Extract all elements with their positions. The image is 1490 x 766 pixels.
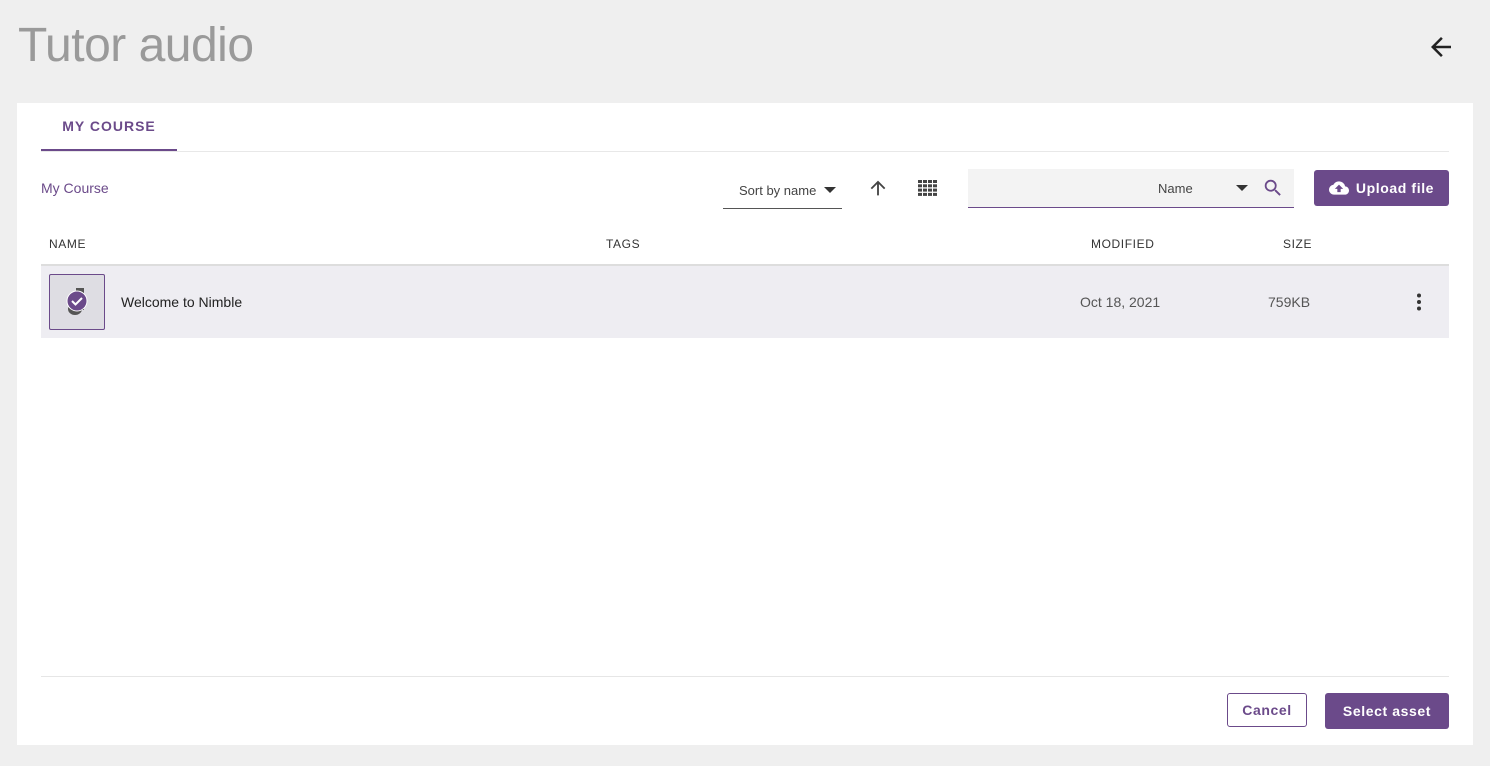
- cancel-button[interactable]: Cancel: [1227, 693, 1307, 727]
- footer-divider: [41, 676, 1449, 677]
- grid-view-icon: [918, 180, 937, 196]
- search-field-label: Name: [1158, 180, 1193, 196]
- column-modified[interactable]: MODIFIED: [1091, 237, 1154, 251]
- column-tags: TAGS: [606, 237, 641, 251]
- tab-my-course[interactable]: MY COURSE: [41, 103, 177, 151]
- audio-file-check-icon: [66, 288, 88, 315]
- select-asset-button[interactable]: Select asset: [1325, 693, 1449, 729]
- tab-bar: MY COURSE: [41, 103, 1449, 152]
- arrow-up-icon: [870, 180, 886, 196]
- caret-down-icon: [1236, 185, 1248, 191]
- sort-select-label: Sort by name: [739, 182, 817, 198]
- arrow-left-icon: [1431, 37, 1451, 57]
- asset-modified: Oct 18, 2021: [1080, 294, 1161, 310]
- more-vertical-icon: [1417, 293, 1421, 311]
- search-input[interactable]: [968, 169, 1158, 207]
- asset-name: Welcome to Nimble: [121, 294, 243, 310]
- column-name[interactable]: NAME: [49, 237, 86, 251]
- caret-down-icon: [824, 187, 836, 193]
- page-title: Tutor audio: [18, 19, 254, 72]
- sort-select[interactable]: Sort by name: [723, 172, 842, 209]
- upload-file-button[interactable]: Upload file: [1314, 170, 1449, 206]
- sort-direction-button[interactable]: [863, 173, 893, 203]
- cloud-upload-icon: [1328, 181, 1349, 195]
- column-size[interactable]: SIZE: [1283, 237, 1312, 251]
- asset-size: 759KB: [1268, 294, 1311, 310]
- search-button[interactable]: [1261, 176, 1285, 200]
- search-icon: [1264, 179, 1281, 196]
- table-header: NAME TAGS MODIFIED SIZE: [41, 225, 1449, 266]
- upload-file-label: Upload file: [1355, 180, 1435, 196]
- asset-panel: MY COURSE My Course Sort by name Name Up…: [17, 103, 1473, 745]
- row-menu-button[interactable]: [1407, 290, 1431, 314]
- table-row[interactable]: Welcome to Nimble Oct 18, 2021 759KB: [41, 266, 1449, 338]
- search-box: Name: [968, 169, 1294, 208]
- back-button[interactable]: [1420, 26, 1462, 68]
- search-field-select[interactable]: Name: [1148, 169, 1248, 207]
- asset-thumbnail: [49, 274, 105, 330]
- breadcrumb[interactable]: My Course: [41, 180, 109, 196]
- grid-view-button[interactable]: [913, 173, 943, 203]
